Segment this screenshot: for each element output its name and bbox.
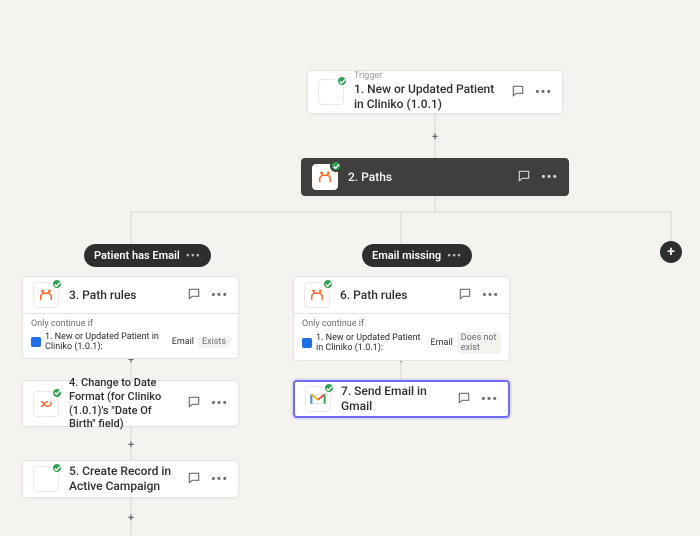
comment-icon[interactable]: [187, 287, 201, 304]
path-rules-a[interactable]: 3. Path rules •••: [22, 276, 239, 314]
status-check-icon: [51, 387, 63, 399]
gmail-icon: [305, 386, 331, 412]
paths-icon: [33, 282, 59, 308]
status-check-icon: [336, 75, 348, 87]
path-chip-b[interactable]: Email missing •••: [362, 244, 472, 267]
more-icon[interactable]: •••: [482, 289, 499, 302]
gmail-step[interactable]: 7. Send Email in Gmail •••: [293, 380, 510, 418]
comment-icon[interactable]: [457, 391, 471, 408]
rule-ref: 1. New or Updated Patient in Cliniko (1.…: [45, 332, 168, 352]
comment-icon[interactable]: [187, 395, 201, 412]
add-step-plus[interactable]: +: [430, 131, 440, 141]
comment-icon[interactable]: [517, 169, 531, 186]
rule-condition: Does not exist: [457, 332, 501, 354]
path-rules-b[interactable]: 6. Path rules •••: [293, 276, 510, 314]
add-step-plus[interactable]: +: [126, 512, 136, 522]
more-icon[interactable]: •••: [211, 289, 228, 302]
status-check-icon: [323, 382, 335, 394]
more-icon[interactable]: •••: [211, 473, 228, 486]
node-title: 7. Send Email in Gmail: [341, 384, 447, 414]
node-title: 1. New or Updated Patient in Cliniko (1.…: [354, 82, 501, 112]
activecampaign-step[interactable]: 5. Create Record in Active Campaign •••: [22, 460, 239, 498]
comment-icon[interactable]: [187, 471, 201, 488]
status-check-icon: [322, 278, 334, 290]
node-title: 3. Path rules: [69, 288, 177, 303]
trigger-label: Trigger: [354, 72, 501, 82]
comment-icon[interactable]: [511, 84, 525, 101]
formatter-icon: [33, 391, 59, 417]
cliniko-mini-icon: [302, 338, 312, 348]
more-icon[interactable]: •••: [535, 86, 552, 99]
format-step[interactable]: 4. Change to Date Format (for Cliniko (1…: [22, 380, 239, 427]
only-continue-label: Only continue if: [302, 319, 501, 329]
node-title: 5. Create Record in Active Campaign: [69, 464, 177, 494]
cliniko-mini-icon: [31, 337, 41, 347]
rule-field: Email: [430, 338, 452, 348]
rule-field: Email: [172, 337, 194, 347]
only-continue-label: Only continue if: [31, 319, 230, 329]
path-chip-a[interactable]: Patient has Email •••: [84, 244, 211, 267]
path-chip-label: Email missing: [372, 249, 441, 262]
more-icon[interactable]: •••: [481, 393, 498, 406]
paths-node[interactable]: 2. Paths •••: [301, 158, 569, 196]
activecampaign-icon: [33, 466, 59, 492]
node-title: 2. Paths: [348, 170, 507, 185]
status-check-icon: [51, 278, 63, 290]
status-check-icon: [51, 462, 63, 474]
more-icon[interactable]: •••: [447, 249, 462, 262]
cliniko-icon: [318, 79, 344, 105]
status-check-icon: [330, 160, 342, 172]
paths-icon: [312, 164, 338, 190]
node-title: 6. Path rules: [340, 288, 448, 303]
node-title: 4. Change to Date Format (for Cliniko (1…: [69, 376, 177, 431]
path-chip-label: Patient has Email: [94, 249, 180, 262]
comment-icon[interactable]: [458, 287, 472, 304]
path-rules-b-condition: Only continue if 1. New or Updated Patie…: [293, 314, 510, 361]
rule-condition: Exists: [198, 336, 230, 348]
more-icon[interactable]: •••: [211, 397, 228, 410]
rule-ref: 1. New or Updated Patient in Cliniko (1.…: [316, 333, 426, 353]
more-icon[interactable]: •••: [541, 171, 558, 184]
add-path-button[interactable]: +: [660, 241, 682, 263]
more-icon[interactable]: •••: [186, 249, 201, 262]
trigger-node[interactable]: Trigger 1. New or Updated Patient in Cli…: [307, 70, 563, 114]
add-step-plus[interactable]: +: [126, 439, 136, 449]
path-rules-a-condition: Only continue if 1. New or Updated Patie…: [22, 314, 239, 359]
paths-icon: [304, 282, 330, 308]
